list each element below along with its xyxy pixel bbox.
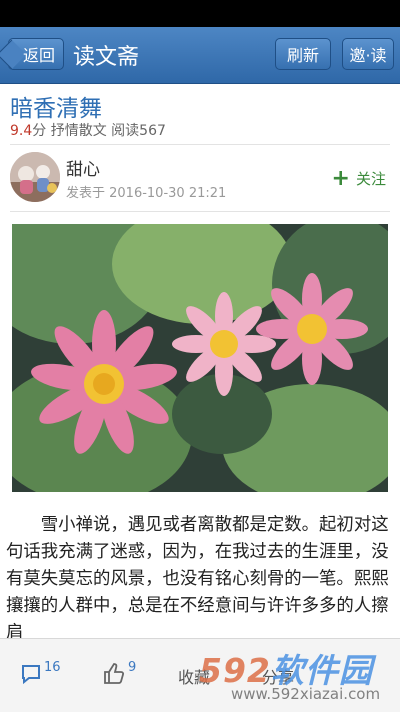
invite-read-button[interactable]: 邀·读 (342, 38, 394, 70)
score-value: 9.4 (10, 123, 33, 139)
likes-count: 9 (128, 660, 137, 675)
plus-icon: + (331, 165, 350, 191)
comments-button[interactable]: 16 (20, 639, 61, 712)
post-date: 发表于 2016-10-30 21:21 (66, 186, 227, 201)
follow-button[interactable]: + 关注 (331, 165, 386, 191)
app-title: 读文斋 (73, 45, 140, 70)
article-image (0, 204, 400, 504)
author-name[interactable]: 甜心 (66, 155, 100, 180)
comments-count: 16 (44, 660, 61, 675)
bottom-action-bar: 16 9 收藏 分享 (0, 638, 400, 712)
status-bar (0, 0, 400, 27)
top-nav-bar: 返回 读文斋 刷新 邀·读 (0, 27, 400, 84)
share-button[interactable]: 分享 (262, 639, 294, 712)
divider (10, 211, 390, 212)
refresh-button[interactable]: 刷新 (275, 38, 331, 70)
follow-label: 关注 (355, 170, 386, 188)
score-unit: 分 (32, 123, 47, 139)
divider (10, 144, 390, 145)
article-title: 暗香清舞 (10, 96, 102, 122)
read-count: 阅读567 (111, 123, 166, 139)
back-button-label: 返回 (22, 46, 55, 65)
article-body: 雪小禅说，遇见或者离散都是定数。起初对这句话我充满了迷惑，因为，在我过去的生涯里… (6, 515, 389, 643)
comment-icon (20, 663, 42, 689)
collect-button[interactable]: 收藏 (178, 639, 210, 712)
author-avatar[interactable] (10, 152, 60, 202)
thumbs-up-icon (102, 662, 126, 690)
category-link[interactable]: 抒情散文 (51, 123, 107, 139)
like-button[interactable]: 9 (102, 639, 136, 712)
back-button[interactable]: 返回 (8, 38, 64, 70)
article-meta: 9.4分 抒情散文 阅读567 (10, 120, 166, 140)
